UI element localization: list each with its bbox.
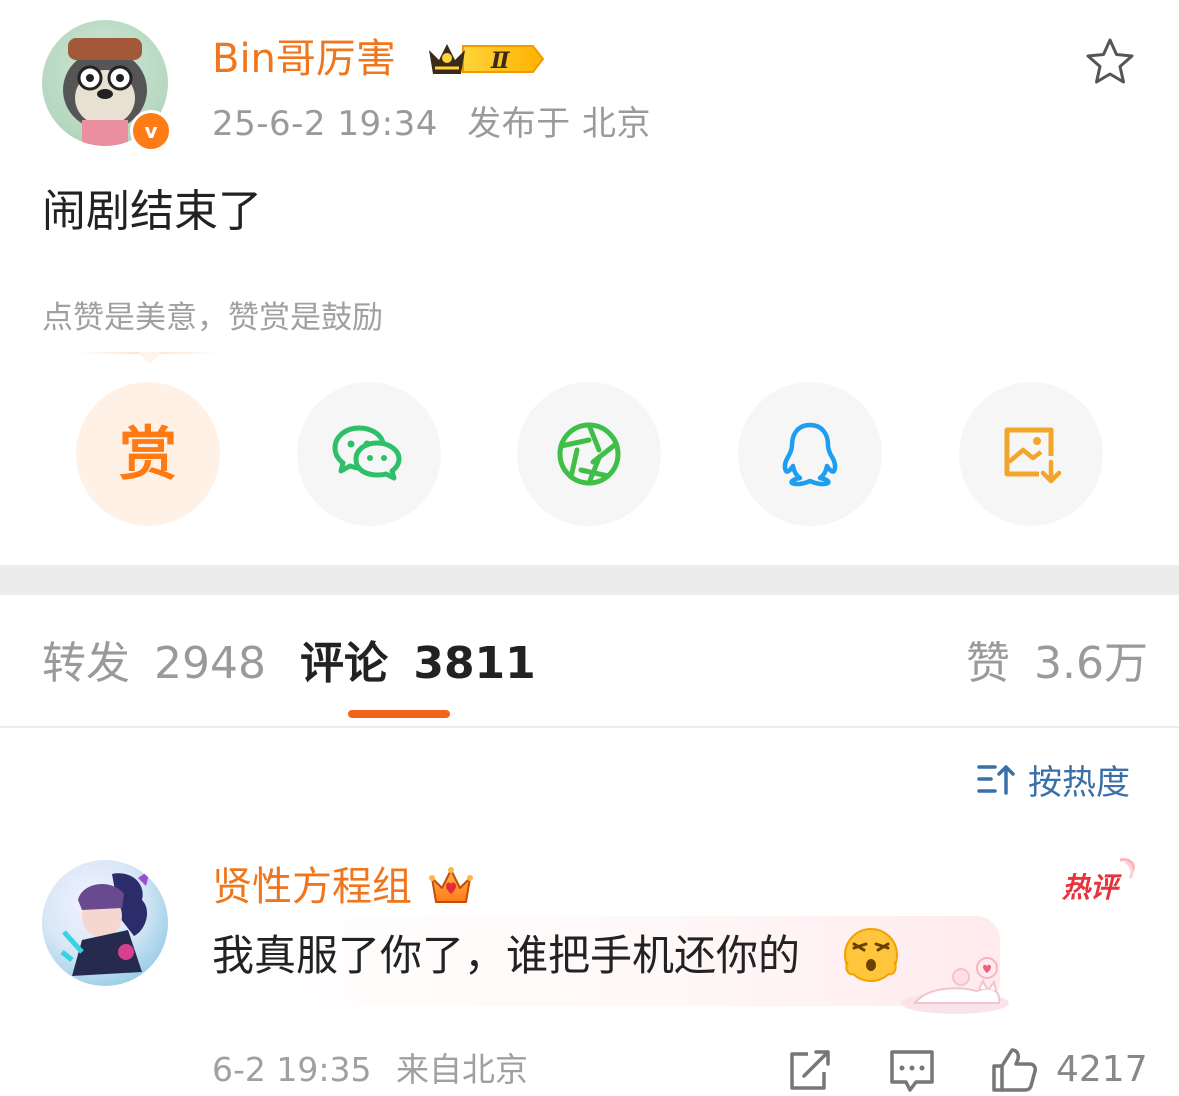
reward-label: 赏 (118, 420, 177, 488)
emoji-icon (844, 928, 898, 982)
member-crown-icon (429, 867, 473, 903)
tab-repost-count: 2948 (154, 638, 266, 689)
tab-comment-count: 3811 (413, 638, 536, 689)
tab-repost-label: 转发 (42, 638, 130, 689)
tab-like-label: 赞 (966, 638, 1010, 689)
post-timestamp: 25-6-2 19:34 (212, 104, 438, 144)
thumbs-up-icon[interactable] (990, 1046, 1038, 1094)
tab-comment-label: 评论 (300, 638, 388, 689)
moments-icon (557, 422, 621, 486)
reward-hint-pointer (138, 352, 162, 364)
save-image-button[interactable] (959, 382, 1103, 526)
star-icon[interactable] (1084, 36, 1136, 88)
tab-like[interactable]: 赞 3.6万 (966, 636, 1148, 692)
active-tab-indicator (348, 710, 450, 718)
comment-meta: 6-2 19:35 来自北京 (212, 1048, 528, 1092)
verified-icon: v (130, 110, 172, 152)
post-meta: 25-6-2 19:34 发布于 北京 (212, 102, 651, 146)
post-location: 发布于 北京 (467, 104, 651, 144)
commenter-avatar[interactable] (42, 860, 168, 986)
save-image-icon (1004, 427, 1062, 484)
hot-comment-badge: 热评 (1060, 856, 1138, 908)
tab-repost[interactable]: 转发 2948 (42, 636, 266, 692)
wechat-icon (332, 425, 402, 481)
reward-hint: 点赞是美意，赞赏是鼓励 (42, 300, 383, 336)
share-moments-button[interactable] (517, 382, 661, 526)
badge-level: Ⅱ (490, 48, 511, 74)
reward-button[interactable]: 赏 (76, 382, 220, 526)
tab-comment[interactable]: 评论 3811 (300, 636, 536, 692)
sort-label: 按热度 (1028, 762, 1130, 803)
membership-crown-icon[interactable]: Ⅱ (425, 38, 545, 80)
sort-icon (977, 765, 1015, 795)
section-divider (0, 565, 1179, 595)
comment-time: 6-2 19:35 (212, 1050, 372, 1089)
cat-decoration-icon (901, 957, 1009, 1014)
commenter-name[interactable]: 贤性方程组 (212, 862, 412, 912)
share-qq-button[interactable] (738, 382, 882, 526)
comment-like-count: 4217 (1056, 1049, 1148, 1090)
tabs-border (0, 726, 1179, 728)
qq-icon (782, 422, 838, 487)
comment-text: 我真服了你了，谁把手机还你的 (212, 931, 801, 980)
repost-icon[interactable] (786, 1046, 834, 1094)
reply-icon[interactable] (888, 1046, 936, 1094)
share-wechat-button[interactable] (297, 382, 441, 526)
sort-by-hot-button[interactable]: 按热度 (976, 756, 1130, 803)
post-content: 闹剧结束了 (42, 186, 262, 237)
author-name[interactable]: Bin哥厉害 (212, 34, 396, 84)
comment-location: 来自北京 (396, 1050, 528, 1089)
hot-comment-label: 热评 (1062, 871, 1119, 904)
tab-like-count: 3.6万 (1034, 638, 1148, 689)
